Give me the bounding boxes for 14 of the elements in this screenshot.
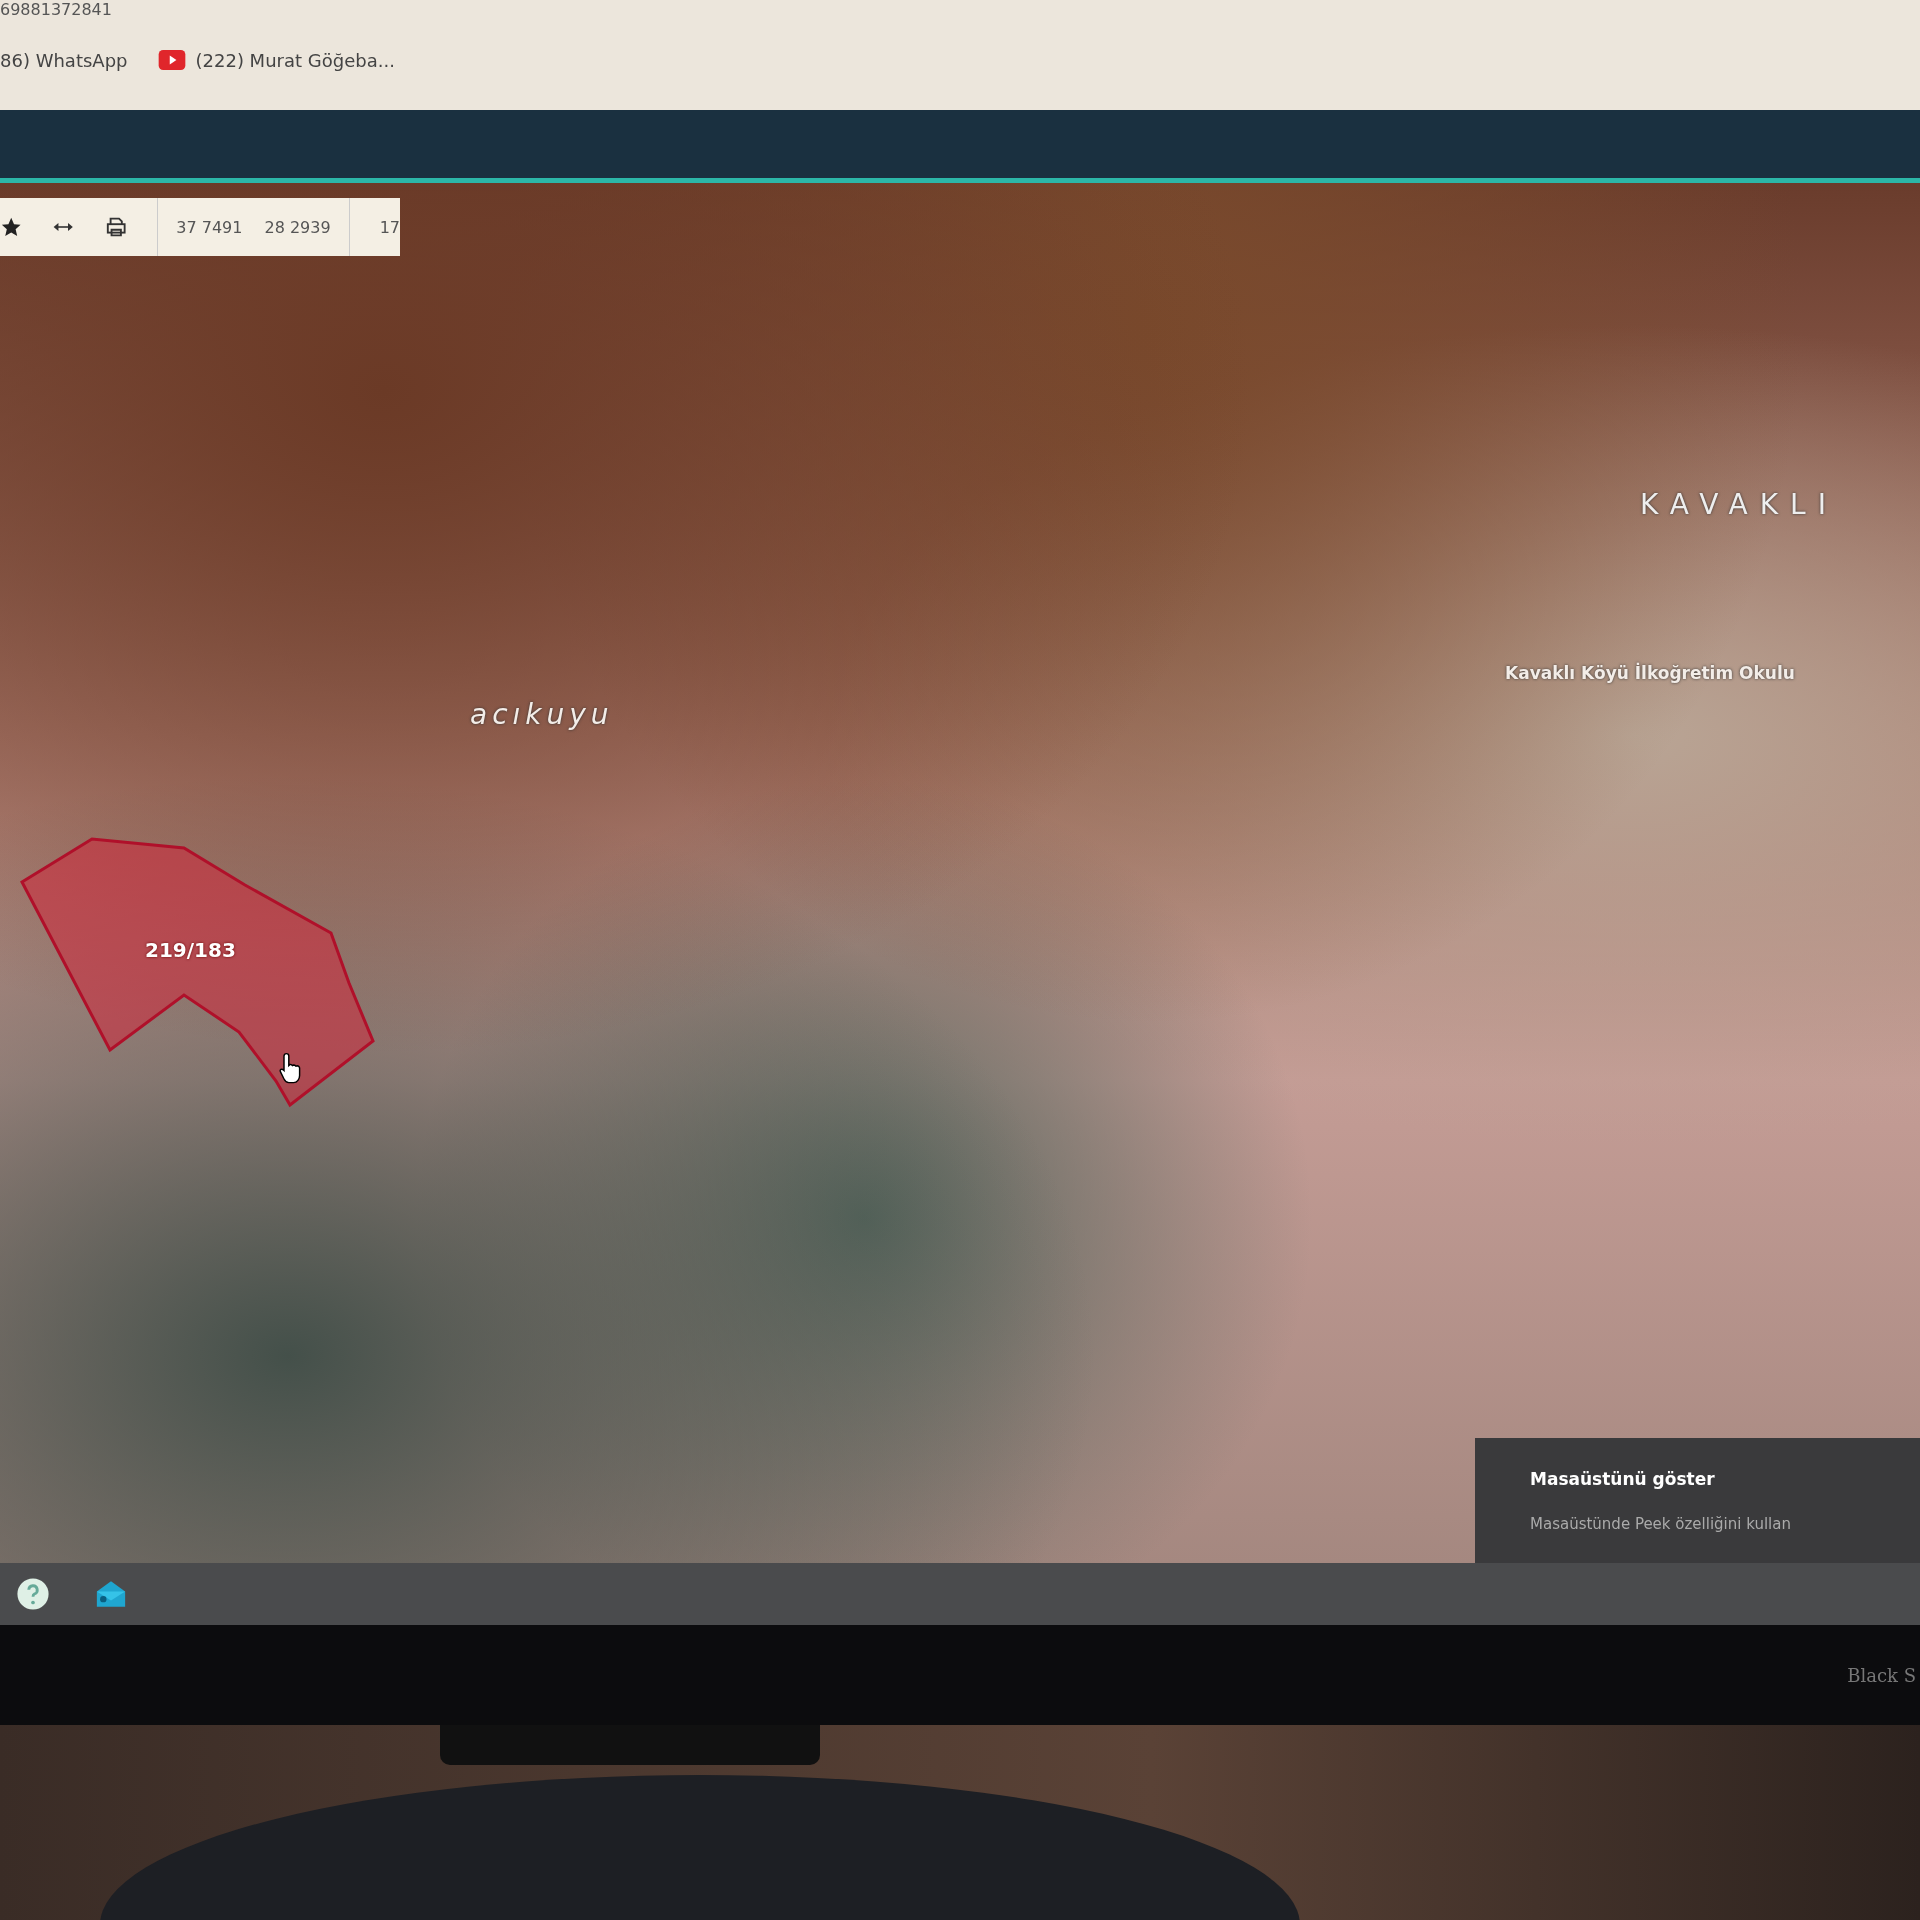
address-text: 69881372841 xyxy=(0,0,112,20)
satellite-map-image[interactable]: 37 7491 28 2939 17 acıkuyu KAVAKLI Kavaklı Köyü İlkoğretim Okulu 219/183 Masaüstünü göster Masaüstünde Peek özelliğini kullan xyxy=(0,183,1920,1563)
bookmark-link[interactable]: 86) WhatsApp xyxy=(0,49,128,71)
place-label: Kavaklı Köyü İlkoğretim Okulu xyxy=(1505,663,1795,683)
coordinate-text: 28 2939 xyxy=(264,217,331,237)
village-label: KAVAKLI xyxy=(1640,488,1838,521)
coordinate-text: 37 7491 xyxy=(176,217,243,237)
tooltip-text: Masaüstünde Peek özelliğini kullan xyxy=(1530,1514,1792,1533)
bookmark-link[interactable]: (222) Murat Göğeba... xyxy=(157,49,395,71)
parcel-label: 219/183 xyxy=(145,938,236,962)
zoom-level-text: 17 xyxy=(379,217,400,237)
monitor-brand-text: Black S xyxy=(1847,1664,1916,1686)
tooltip-title: Masaüstünü göster xyxy=(1530,1468,1716,1489)
area-label: acıkuyu xyxy=(470,698,614,731)
